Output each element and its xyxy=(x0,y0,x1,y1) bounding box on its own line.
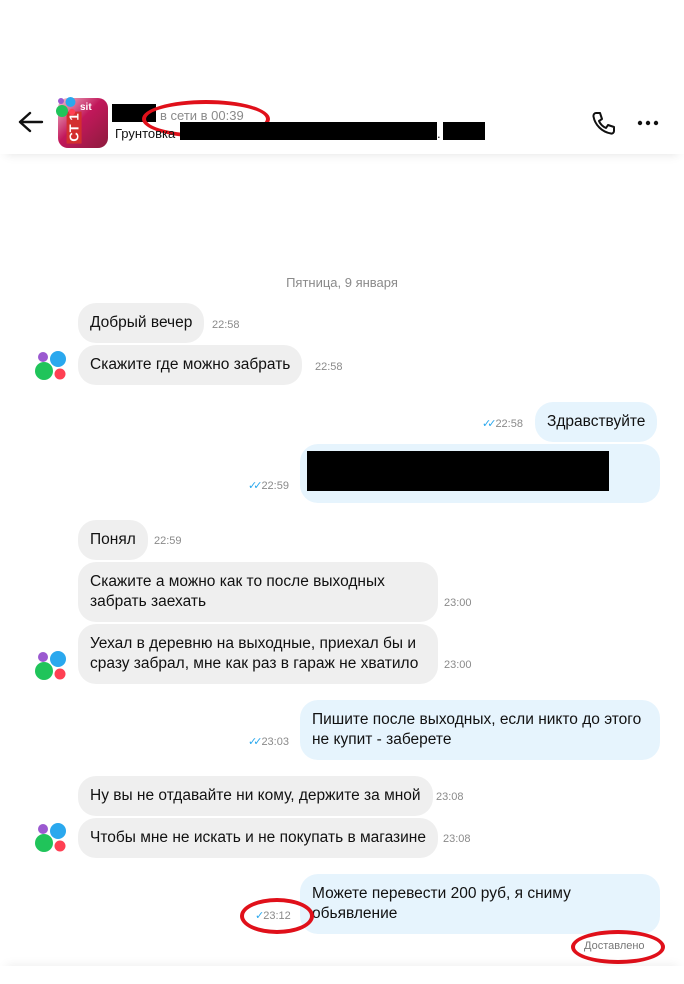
chat-header: sit CT 1 в сети в 00:39 Грунтовка . xyxy=(0,90,684,154)
annotation-circle xyxy=(240,898,314,934)
message-time: ✓✓ 22:58 xyxy=(482,418,523,430)
message-time: 22:58 xyxy=(315,361,343,373)
message-time: ✓✓ 23:03 xyxy=(248,736,289,748)
date-separator: Пятница, 9 января xyxy=(286,275,398,290)
message-bubble-incoming[interactable]: Скажите а можно как то после выходных за… xyxy=(78,562,438,622)
more-icon[interactable] xyxy=(636,112,660,134)
sender-avatar-icon[interactable] xyxy=(34,650,68,684)
double-check-icon: ✓✓ xyxy=(248,480,263,492)
sender-avatar-icon[interactable] xyxy=(34,350,68,384)
message-time: 23:08 xyxy=(443,833,471,845)
message-text: Добрый вечер xyxy=(90,314,193,331)
message-text: Чтобы мне не искать и не покупать в мага… xyxy=(90,829,426,846)
message-bubble-incoming[interactable]: Скажите где можно забрать xyxy=(78,345,303,385)
message-text: Здравствуйте xyxy=(547,413,646,430)
message-time: 23:00 xyxy=(444,659,472,671)
message-bubble-outgoing[interactable]: Можете перевести 200 руб, я сниму обьявл… xyxy=(300,874,660,934)
message-bubble-incoming[interactable]: Добрый вечер xyxy=(78,303,205,343)
message-text: Уехал в деревню на выходные, приехал бы … xyxy=(90,635,419,672)
listing-title-dot: . xyxy=(437,126,441,141)
message-bubble-outgoing[interactable]: Пишите после выходных, если никто до это… xyxy=(300,700,660,760)
message-time: ✓✓ 22:59 xyxy=(248,480,289,492)
message-bubble-incoming[interactable]: Понял xyxy=(78,520,148,560)
listing-title[interactable]: Грунтовка xyxy=(115,126,175,141)
message-text: Ну вы не отдавайте ни кому, держите за м… xyxy=(90,787,421,804)
message-text: Пишите после выходных, если никто до это… xyxy=(312,711,642,748)
message-text: Скажите где можно забрать xyxy=(90,356,291,373)
listing-title-redacted xyxy=(180,122,437,140)
message-redacted xyxy=(307,451,609,491)
listing-price-redacted xyxy=(443,122,485,140)
message-bubble-outgoing[interactable] xyxy=(300,444,660,503)
message-bubble-incoming[interactable]: Чтобы мне не искать и не покупать в мага… xyxy=(78,818,438,858)
avito-dots-icon xyxy=(56,97,76,117)
message-text: Понял xyxy=(90,531,136,548)
back-arrow-icon[interactable] xyxy=(16,110,44,134)
message-text: Можете перевести 200 руб, я сниму обьявл… xyxy=(312,885,571,922)
message-bubble-incoming[interactable]: Ну вы не отдавайте ни кому, держите за м… xyxy=(78,776,433,816)
message-time: 22:58 xyxy=(212,319,240,331)
double-check-icon: ✓✓ xyxy=(482,418,497,430)
message-bubble-incoming[interactable]: Уехал в деревню на выходные, приехал бы … xyxy=(78,624,438,684)
message-bubble-outgoing[interactable]: Здравствуйте xyxy=(535,402,658,442)
composer-area xyxy=(0,966,684,984)
message-time: 22:59 xyxy=(154,535,182,547)
phone-icon[interactable] xyxy=(590,110,616,136)
double-check-icon: ✓✓ xyxy=(248,736,263,748)
annotation-circle xyxy=(571,930,665,964)
thumbnail-brand-text: sit xyxy=(80,102,92,113)
sender-avatar-icon[interactable] xyxy=(34,822,68,856)
message-time: 23:08 xyxy=(436,791,464,803)
message-text: Скажите а можно как то после выходных за… xyxy=(90,573,385,610)
message-time: 23:00 xyxy=(444,597,472,609)
